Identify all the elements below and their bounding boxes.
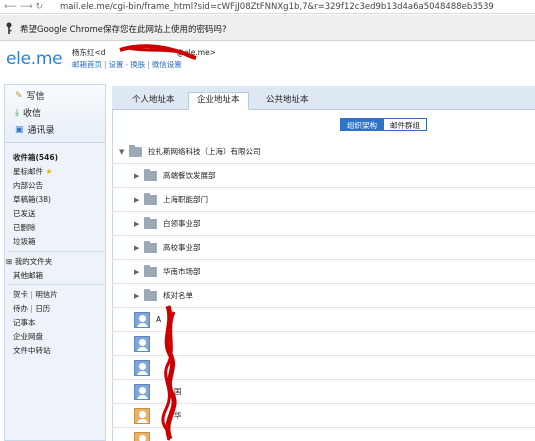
redaction-scribble bbox=[119, 44, 197, 60]
tab-personal[interactable]: 个人地址本 bbox=[124, 93, 183, 110]
tab-enterprise[interactable]: 企业地址本 bbox=[188, 92, 249, 110]
mail-group-button[interactable]: 邮件群组 bbox=[384, 118, 427, 131]
tools-todo: 待办 | 日历 bbox=[13, 304, 51, 313]
contacts-button[interactable]: ▣ 通讯录 bbox=[15, 123, 55, 137]
link-calendar[interactable]: 日历 bbox=[35, 304, 50, 313]
collapse-triangle-icon[interactable]: ▼ bbox=[119, 148, 129, 156]
org-structure-button[interactable]: 组织架构 bbox=[340, 118, 384, 131]
avatar-icon bbox=[134, 359, 150, 376]
link-home[interactable]: 邮箱首页 bbox=[72, 60, 102, 69]
folder-announcements[interactable]: 内部公告 bbox=[13, 180, 43, 191]
department-row[interactable]: ▶ 上海职能部门 bbox=[112, 188, 535, 212]
folder-spam[interactable]: 垃圾箱 bbox=[13, 236, 36, 247]
tools-cards: 贺卡 | 明信片 bbox=[13, 290, 58, 299]
tab-bar: 个人地址本 企业地址本 公共地址本 bbox=[112, 86, 535, 110]
other-mailboxes[interactable]: 其他邮箱 bbox=[13, 270, 43, 281]
expand-triangle-icon[interactable]: ▶ bbox=[134, 220, 144, 228]
expand-triangle-icon[interactable]: ▶ bbox=[134, 172, 144, 180]
expand-triangle-icon[interactable]: ▶ bbox=[134, 268, 144, 276]
expand-icon[interactable]: ⊞ bbox=[6, 257, 12, 266]
folder-inbox[interactable]: 收件箱(546) bbox=[13, 152, 58, 163]
my-folders[interactable]: ⊞ 我的文件夹 bbox=[6, 256, 52, 267]
tab-public[interactable]: 公共地址本 bbox=[258, 93, 317, 110]
inbox-icon: ⤓ bbox=[15, 107, 19, 118]
avatar-icon bbox=[134, 311, 150, 328]
link-enterprise-drive[interactable]: 企业网盘 bbox=[13, 331, 43, 342]
folder-icon bbox=[144, 240, 157, 253]
compose-button[interactable]: ✎ 写信 bbox=[15, 89, 45, 103]
password-prompt-text: 希望Google Chrome保存您在此网站上使用的密码吗? bbox=[20, 25, 227, 35]
department-row[interactable]: ▶ 华南市场部 bbox=[112, 260, 535, 284]
contacts-icon: ▣ bbox=[15, 124, 24, 135]
link-postcard[interactable]: 明信片 bbox=[35, 290, 58, 299]
folder-icon bbox=[144, 216, 157, 229]
pencil-icon: ✎ bbox=[15, 90, 23, 101]
back-arrow-icon[interactable]: ⟵ ⟶ ↻ bbox=[4, 2, 43, 12]
expand-triangle-icon[interactable]: ▶ bbox=[134, 196, 144, 204]
url-text[interactable]: mail.ele.me/cgi-bin/frame_html?sid=cWFjJ… bbox=[60, 2, 494, 12]
key-icon bbox=[6, 22, 12, 34]
avatar-icon bbox=[134, 383, 150, 400]
department-row[interactable]: ▶ 高校事业部 bbox=[112, 236, 535, 260]
link-todo[interactable]: 待办 bbox=[13, 304, 28, 313]
avatar-icon bbox=[134, 335, 150, 352]
folder-icon bbox=[144, 264, 157, 277]
logo[interactable]: ele.me bbox=[6, 49, 63, 69]
link-notepad[interactable]: 记事本 bbox=[13, 317, 36, 328]
avatar-icon bbox=[134, 432, 150, 441]
link-greeting-card[interactable]: 贺卡 bbox=[13, 290, 28, 299]
folder-drafts[interactable]: 草稿箱(38) bbox=[13, 194, 51, 205]
org-root-row[interactable]: ▼ 拉扎斯网络科技（上海）有限公司 bbox=[112, 140, 535, 164]
folder-icon bbox=[144, 288, 157, 301]
expand-triangle-icon[interactable]: ▶ bbox=[134, 244, 144, 252]
divider bbox=[9, 251, 103, 252]
folder-deleted[interactable]: 已删除 bbox=[13, 222, 36, 233]
expand-triangle-icon[interactable]: ▶ bbox=[134, 292, 144, 300]
folder-icon bbox=[144, 192, 157, 205]
folder-sent[interactable]: 已发送 bbox=[13, 208, 36, 219]
sidebar: ✎ 写信 ⤓ 收信 ▣ 通讯录 收件箱(546) 星标邮件 ★ 内部公告 草稿箱(38… bbox=[4, 84, 106, 441]
password-save-bar: 希望Google Chrome保存您在此网站上使用的密码吗? bbox=[0, 15, 535, 41]
link-file-transfer[interactable]: 文件中转站 bbox=[13, 345, 51, 356]
folder-starred[interactable]: 星标邮件 ★ bbox=[13, 166, 53, 177]
divider bbox=[9, 284, 103, 285]
address-bar[interactable]: ⟵ ⟶ ↻ mail.ele.me/cgi-bin/frame_html?sid… bbox=[0, 0, 535, 14]
department-row[interactable]: ▶ 白领事业部 bbox=[112, 212, 535, 236]
department-row[interactable]: ▶ 高端餐饮发展部 bbox=[112, 164, 535, 188]
view-toggle: 组织架构 邮件群组 bbox=[340, 118, 427, 131]
star-icon: ★ bbox=[45, 167, 53, 176]
avatar-icon bbox=[134, 407, 150, 424]
folder-icon bbox=[129, 144, 142, 157]
folder-icon bbox=[144, 168, 157, 181]
receive-button[interactable]: ⤓ 收信 bbox=[15, 106, 41, 120]
redaction-scribble bbox=[161, 305, 177, 441]
